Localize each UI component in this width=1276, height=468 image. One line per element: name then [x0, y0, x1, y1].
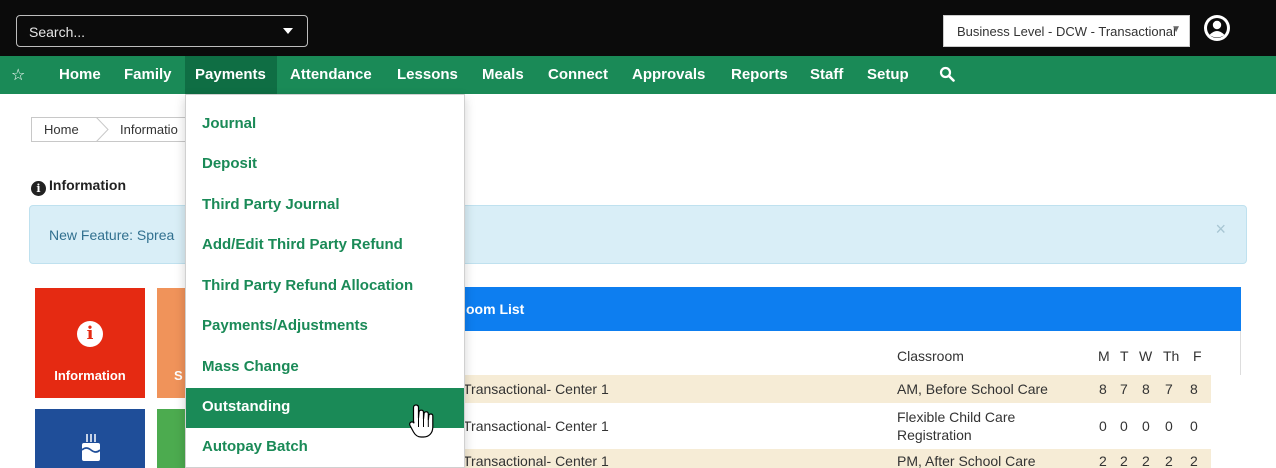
- menu-item-deposit[interactable]: Deposit: [186, 145, 464, 185]
- user-avatar-icon[interactable]: [1203, 14, 1231, 42]
- tile-orange-label: S: [174, 368, 183, 383]
- header-day-w: W: [1139, 348, 1153, 364]
- room-list-header: oom List: [463, 287, 1241, 331]
- tile-information-label: Information: [54, 368, 126, 383]
- cell-center: Transactional- Center 1: [463, 418, 609, 434]
- menu-item-third-party-refund-allocation[interactable]: Third Party Refund Allocation: [186, 267, 464, 307]
- cell-m: 2: [1099, 453, 1107, 468]
- main-nav: ☆ Home Family Payments Attendance Lesson…: [0, 56, 1276, 94]
- cell-center: Transactional- Center 1: [463, 381, 609, 397]
- page-title: i Information: [31, 177, 126, 196]
- birthday-cake-icon: [81, 434, 101, 461]
- cell-f: 0: [1190, 418, 1198, 434]
- header-day-th: Th: [1163, 348, 1180, 364]
- table-row[interactable]: Transactional- Center 1 AM, Before Schoo…: [463, 375, 1211, 403]
- tile-green[interactable]: [157, 409, 187, 468]
- info-circle-icon: i: [77, 321, 103, 347]
- top-bar: Search... Business Level - DCW - Transac…: [0, 0, 1276, 56]
- nav-reports[interactable]: Reports: [731, 66, 788, 83]
- info-icon: i: [31, 181, 46, 196]
- close-icon[interactable]: ×: [1215, 219, 1226, 240]
- cell-m: 8: [1099, 381, 1107, 397]
- nav-payments[interactable]: Payments: [195, 66, 266, 83]
- chevron-down-icon[interactable]: [283, 28, 293, 34]
- menu-item-add-edit-third-party-refund[interactable]: Add/Edit Third Party Refund: [186, 226, 464, 266]
- header-day-t: T: [1120, 348, 1129, 364]
- menu-item-journal[interactable]: Journal: [186, 105, 464, 145]
- search-input[interactable]: Search...: [16, 15, 308, 47]
- cell-w: 0: [1142, 418, 1150, 434]
- tile-orange[interactable]: S: [157, 288, 187, 398]
- select-arrow-icon: ▼: [1171, 24, 1181, 35]
- cell-th: 7: [1165, 381, 1173, 397]
- menu-item-mass-change[interactable]: Mass Change: [186, 348, 464, 388]
- cell-th: 0: [1165, 418, 1173, 434]
- breadcrumb-current: Informatio: [120, 122, 178, 137]
- cell-w: 2: [1142, 453, 1150, 468]
- tile-birthday[interactable]: [35, 409, 145, 468]
- cell-f: 2: [1190, 453, 1198, 468]
- table-scrollbar[interactable]: [1211, 375, 1241, 468]
- cell-w: 8: [1142, 381, 1150, 397]
- search-placeholder: Search...: [29, 24, 86, 40]
- cell-f: 8: [1190, 381, 1198, 397]
- menu-item-payments-adjustments[interactable]: Payments/Adjustments: [186, 307, 464, 347]
- menu-item-third-party-journal[interactable]: Third Party Journal: [186, 186, 464, 226]
- nav-home[interactable]: Home: [59, 66, 101, 83]
- header-day-f: F: [1193, 348, 1202, 364]
- breadcrumb-separator-icon: [95, 117, 109, 142]
- alert-text: New Feature: Sprea: [49, 227, 175, 243]
- tile-information[interactable]: i Information: [35, 288, 145, 398]
- cell-classroom: PM, After School Care: [897, 453, 1036, 468]
- breadcrumb-home[interactable]: Home: [44, 122, 79, 137]
- business-level-value: Business Level - DCW - Transactional: [957, 24, 1176, 39]
- cell-classroom: Flexible Child Care Registration: [897, 409, 1016, 443]
- cell-m: 0: [1099, 418, 1107, 434]
- header-day-m: M: [1098, 348, 1110, 364]
- search-icon[interactable]: [939, 66, 955, 82]
- room-list-title: oom List: [466, 301, 525, 317]
- favorites-star-icon[interactable]: ☆: [11, 65, 25, 85]
- business-level-select[interactable]: Business Level - DCW - Transactional ▼: [943, 15, 1190, 47]
- cell-t: 2: [1120, 453, 1128, 468]
- hand-pointer-icon: [409, 404, 434, 438]
- nav-family[interactable]: Family: [124, 66, 172, 83]
- cell-classroom: AM, Before School Care: [897, 381, 1048, 397]
- cell-t: 7: [1120, 381, 1128, 397]
- table-row[interactable]: Transactional- Center 1 PM, After School…: [463, 449, 1211, 468]
- page-title-text: Information: [49, 177, 126, 193]
- nav-setup[interactable]: Setup: [867, 66, 909, 83]
- breadcrumb: Home Informatio: [31, 117, 191, 142]
- header-classroom[interactable]: Classroom: [897, 348, 964, 364]
- nav-meals[interactable]: Meals: [482, 66, 524, 83]
- nav-lessons[interactable]: Lessons: [397, 66, 458, 83]
- cell-th: 2: [1165, 453, 1173, 468]
- table-row[interactable]: Transactional- Center 1 Flexible Child C…: [463, 403, 1211, 449]
- cell-t: 0: [1120, 418, 1128, 434]
- nav-connect[interactable]: Connect: [548, 66, 608, 83]
- nav-attendance[interactable]: Attendance: [290, 66, 372, 83]
- cell-center: Transactional- Center 1: [463, 453, 609, 468]
- nav-approvals[interactable]: Approvals: [632, 66, 705, 83]
- nav-staff[interactable]: Staff: [810, 66, 843, 83]
